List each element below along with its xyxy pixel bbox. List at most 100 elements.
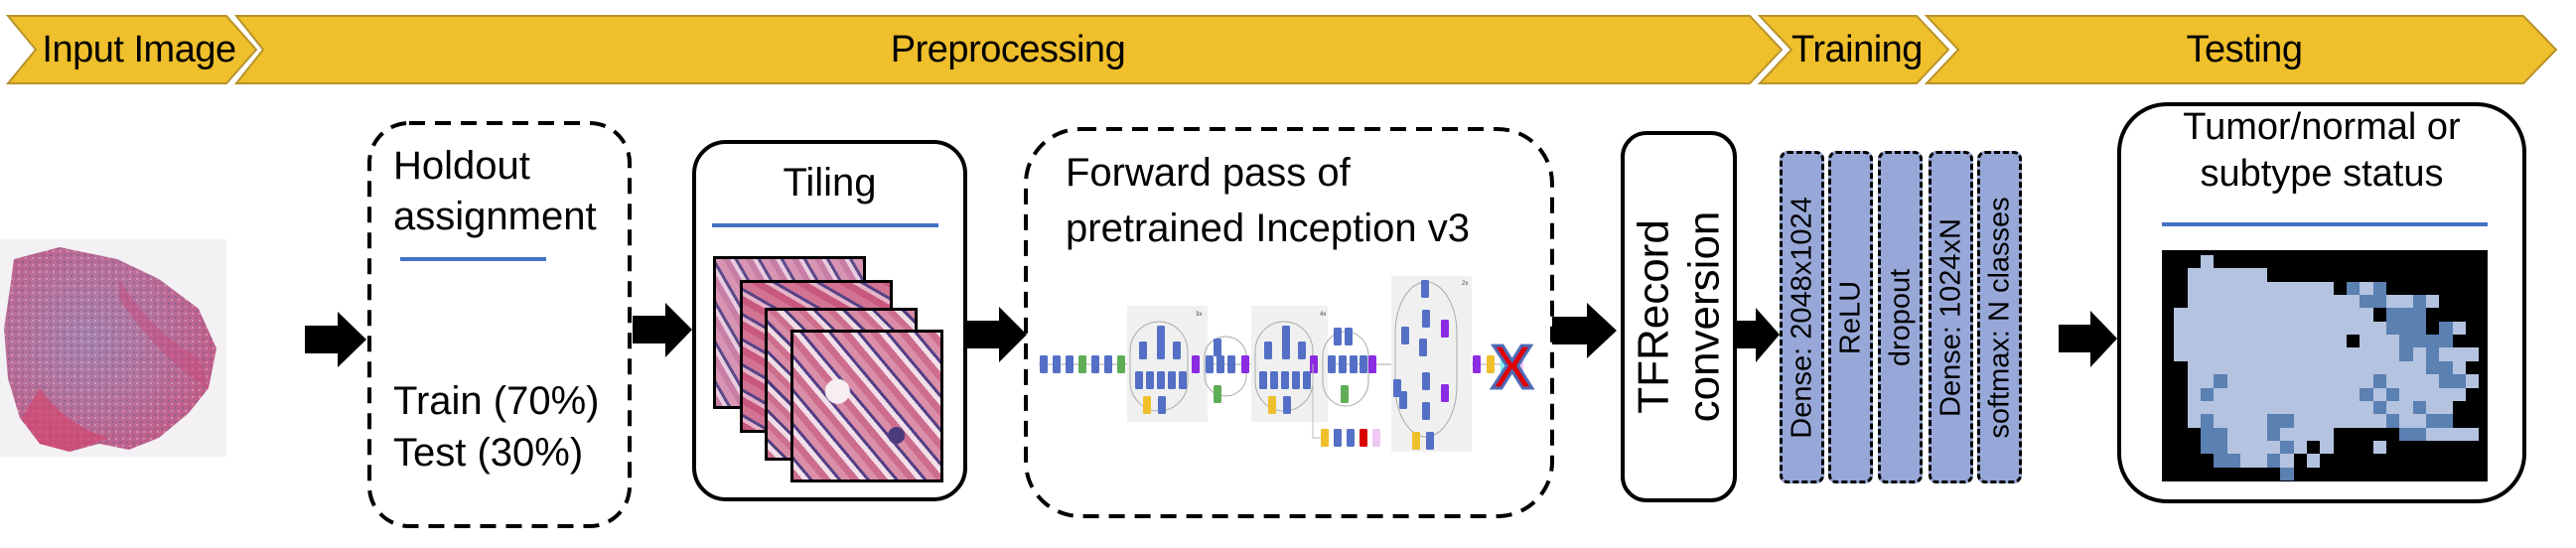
repeat-count-label: 2x (1462, 281, 1468, 287)
heatmap-cell-class-1 (2174, 321, 2188, 336)
heatmap-cell-class-1 (2240, 295, 2254, 309)
heatmap-cell-class-1 (2187, 321, 2202, 336)
heatmap-cell-class-1 (2306, 347, 2321, 361)
heatmap-cell-class-1 (2226, 440, 2241, 455)
heatmap-cell-class-1 (2187, 374, 2202, 388)
heatmap-cell-class-1 (2346, 295, 2361, 309)
heatmap-cell-class-1 (2320, 387, 2334, 401)
heatmap-cell-class-1 (2226, 321, 2241, 336)
heatmap-cell-class-1 (2201, 321, 2215, 336)
heatmap-cell-class-2 (2372, 374, 2386, 388)
heatmap-cell-class-1 (2333, 400, 2347, 415)
heatmap-cell-class-1 (2240, 347, 2254, 361)
heatmap-cell-class-2 (2226, 454, 2241, 468)
heatmap-cell-class-1 (2266, 335, 2281, 348)
heatmap-cell-class-1 (2280, 281, 2294, 296)
heatmap-cell-class-1 (2306, 400, 2321, 415)
heatmap-cell-class-1 (2226, 400, 2241, 415)
heatmap-cell-class-1 (2280, 427, 2294, 441)
heatmap-cell-class-1 (2201, 347, 2215, 361)
heatmap-cell-class-2 (2412, 335, 2427, 348)
layer-label: ReLU (1834, 280, 1866, 354)
heatmap-cell-class-1 (2253, 374, 2267, 388)
heatmap-cell-class-2 (2412, 308, 2427, 322)
layer-block (1328, 355, 1336, 373)
heatmap-cell-class-2 (2266, 427, 2281, 441)
heatmap-cell-class-1 (2385, 374, 2400, 388)
layer-block (1143, 396, 1151, 414)
heatmap-cell-class-2 (2439, 360, 2453, 375)
heatmap-cell-class-1 (2253, 400, 2267, 415)
layer-label: dropout (1884, 268, 1916, 366)
heatmap-cell-class-1 (2439, 427, 2453, 441)
heatmap-cell-class-1 (2452, 427, 2467, 441)
heatmap-cell-class-1 (2187, 308, 2202, 322)
testing-title-line2: subtype status (2200, 153, 2444, 195)
heatmap-cell-class-1 (2293, 321, 2307, 336)
heatmap-cell-class-1 (2174, 308, 2188, 322)
heatmap-cell-class-2 (2439, 414, 2453, 428)
heatmap-cell-class-1 (2399, 400, 2413, 415)
heatmap-cell-class-1 (2253, 414, 2267, 428)
heatmap-cell-class-1 (2240, 335, 2254, 348)
heatmap-cell-class-1 (2346, 374, 2361, 388)
layer-block (1339, 355, 1347, 373)
layer-relu: ReLU (1828, 151, 1873, 483)
heatmap-cell-class-1 (2452, 387, 2467, 401)
heatmap-cell-class-1 (2253, 281, 2267, 296)
heatmap-cell-class-2 (2346, 281, 2361, 296)
heatmap-cell-class-1 (2293, 427, 2307, 441)
heatmap-cell-class-2 (2266, 414, 2281, 428)
tfrecord-box: TFRecord conversion (1621, 131, 1737, 502)
heatmap-cell-class-2 (2399, 335, 2413, 348)
layer-block (1206, 355, 1214, 373)
heatmap-cell-class-1 (2201, 255, 2215, 269)
heatmap-cell-class-1 (2452, 347, 2467, 361)
layer-label: softmax: N classes (1983, 196, 2015, 439)
heatmap-cell-class-1 (2214, 360, 2227, 375)
layer-block (1334, 429, 1342, 447)
layer-dense-1024xn: Dense: 1024xN (1929, 151, 1973, 483)
heatmap-cell-class-2 (2439, 321, 2453, 336)
heatmap-cell-class-1 (2253, 335, 2267, 348)
heatmap-cell-class-1 (2266, 321, 2281, 336)
heatmap-cell-class-1 (2187, 360, 2202, 375)
layer-block (1117, 355, 1125, 373)
heatmap-cell-class-1 (2266, 360, 2281, 375)
heatmap-cell-class-1 (2226, 427, 2241, 441)
heatmap-cell-class-1 (2253, 347, 2267, 361)
layer-block (1441, 320, 1449, 338)
heatmap-cell-class-2 (2214, 427, 2227, 441)
heatmap-cell-class-1 (2320, 335, 2334, 348)
layer-block (1401, 327, 1409, 344)
layer-block (1441, 384, 1449, 402)
heatmap-cell-class-1 (2412, 387, 2427, 401)
heatmap-cell-class-1 (2214, 268, 2227, 282)
inception-module-panel (1391, 276, 1472, 452)
heatmap-cell-class-1 (2333, 321, 2347, 336)
heatmap-cell-class-1 (2266, 347, 2281, 361)
repeat-count-label: 4x (1320, 312, 1326, 318)
layer-block (1091, 355, 1099, 373)
heatmap-cell-class-1 (2214, 308, 2227, 322)
heatmap-cell-class-1 (2293, 414, 2307, 428)
heatmap-cell-class-2 (2360, 295, 2373, 309)
layer-label: Dense: 2048x1024 (1786, 196, 1817, 439)
heatmap-cell-class-1 (2187, 295, 2202, 309)
heatmap-cell-class-1 (2226, 347, 2241, 361)
heatmap-cell-class-1 (2333, 414, 2347, 428)
layer-block (1310, 355, 1318, 373)
testing-title-line1: Tumor/normal or (2183, 106, 2461, 148)
heatmap-cell-class-2 (2412, 321, 2427, 336)
heatmap-cell-class-1 (2426, 295, 2440, 309)
heatmap-cell-class-1 (2346, 308, 2361, 322)
heatmap-cell-class-1 (2306, 454, 2321, 468)
heatmap-cell-class-1 (2399, 374, 2413, 388)
heatmap-cell-class-2 (2452, 374, 2467, 388)
heatmap-cell-class-1 (2360, 360, 2373, 375)
heatmap-cell-class-1 (2439, 387, 2453, 401)
layer-block (1399, 391, 1407, 409)
heatmap-cell-class-1 (2187, 268, 2202, 282)
heatmap-cell-class-2 (2412, 295, 2427, 309)
heatmap-cell-class-1 (2240, 414, 2254, 428)
